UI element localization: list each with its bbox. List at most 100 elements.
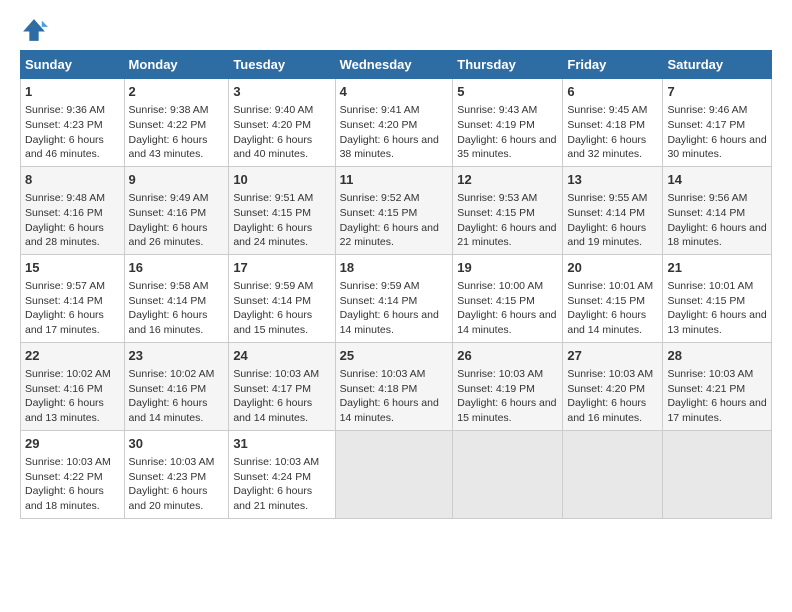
daylight: Daylight: 6 hours and 38 minutes. (340, 134, 439, 161)
daylight: Daylight: 6 hours and 21 minutes. (233, 485, 312, 512)
sunrise: Sunrise: 9:36 AM (25, 104, 105, 116)
sunset: Sunset: 4:22 PM (129, 119, 207, 131)
sunset: Sunset: 4:17 PM (233, 383, 311, 395)
calendar-cell: 16Sunrise: 9:58 AMSunset: 4:14 PMDayligh… (124, 254, 229, 342)
sunrise: Sunrise: 9:45 AM (567, 104, 647, 116)
daylight: Daylight: 6 hours and 26 minutes. (129, 222, 208, 249)
sunrise: Sunrise: 9:59 AM (340, 280, 420, 292)
calendar-week-3: 15Sunrise: 9:57 AMSunset: 4:14 PMDayligh… (21, 254, 772, 342)
day-number: 1 (25, 83, 120, 101)
sunrise: Sunrise: 9:58 AM (129, 280, 209, 292)
daylight: Daylight: 6 hours and 14 minutes. (457, 309, 556, 336)
sunrise: Sunrise: 10:03 AM (667, 368, 753, 380)
sunset: Sunset: 4:16 PM (129, 207, 207, 219)
day-number: 17 (233, 259, 330, 277)
logo (20, 16, 52, 44)
day-number: 12 (457, 171, 558, 189)
daylight: Daylight: 6 hours and 17 minutes. (25, 309, 104, 336)
calendar-cell: 11Sunrise: 9:52 AMSunset: 4:15 PMDayligh… (335, 166, 453, 254)
sunrise: Sunrise: 9:52 AM (340, 192, 420, 204)
daylight: Daylight: 6 hours and 14 minutes. (233, 397, 312, 424)
day-number: 11 (340, 171, 449, 189)
sunrise: Sunrise: 9:55 AM (567, 192, 647, 204)
calendar-cell: 12Sunrise: 9:53 AMSunset: 4:15 PMDayligh… (453, 166, 563, 254)
daylight: Daylight: 6 hours and 16 minutes. (129, 309, 208, 336)
sunset: Sunset: 4:18 PM (567, 119, 645, 131)
daylight: Daylight: 6 hours and 30 minutes. (667, 134, 766, 161)
daylight: Daylight: 6 hours and 40 minutes. (233, 134, 312, 161)
calendar-cell: 28Sunrise: 10:03 AMSunset: 4:21 PMDaylig… (663, 342, 772, 430)
sunset: Sunset: 4:15 PM (667, 295, 745, 307)
weekday-header-friday: Friday (563, 51, 663, 79)
day-number: 27 (567, 347, 658, 365)
day-number: 13 (567, 171, 658, 189)
sunrise: Sunrise: 9:53 AM (457, 192, 537, 204)
sunrise: Sunrise: 10:03 AM (457, 368, 543, 380)
daylight: Daylight: 6 hours and 35 minutes. (457, 134, 556, 161)
sunset: Sunset: 4:14 PM (233, 295, 311, 307)
day-number: 14 (667, 171, 767, 189)
daylight: Daylight: 6 hours and 46 minutes. (25, 134, 104, 161)
day-number: 25 (340, 347, 449, 365)
weekday-header-wednesday: Wednesday (335, 51, 453, 79)
daylight: Daylight: 6 hours and 18 minutes. (667, 222, 766, 249)
calendar-cell: 24Sunrise: 10:03 AMSunset: 4:17 PMDaylig… (229, 342, 335, 430)
calendar-cell: 1Sunrise: 9:36 AMSunset: 4:23 PMDaylight… (21, 79, 125, 167)
calendar-cell: 17Sunrise: 9:59 AMSunset: 4:14 PMDayligh… (229, 254, 335, 342)
daylight: Daylight: 6 hours and 17 minutes. (667, 397, 766, 424)
sunset: Sunset: 4:15 PM (567, 295, 645, 307)
daylight: Daylight: 6 hours and 14 minutes. (340, 397, 439, 424)
sunrise: Sunrise: 9:48 AM (25, 192, 105, 204)
calendar-cell: 18Sunrise: 9:59 AMSunset: 4:14 PMDayligh… (335, 254, 453, 342)
weekday-header-sunday: Sunday (21, 51, 125, 79)
sunset: Sunset: 4:18 PM (340, 383, 418, 395)
daylight: Daylight: 6 hours and 28 minutes. (25, 222, 104, 249)
sunset: Sunset: 4:15 PM (233, 207, 311, 219)
daylight: Daylight: 6 hours and 13 minutes. (667, 309, 766, 336)
calendar-cell: 29Sunrise: 10:03 AMSunset: 4:22 PMDaylig… (21, 430, 125, 518)
sunrise: Sunrise: 9:41 AM (340, 104, 420, 116)
day-number: 30 (129, 435, 225, 453)
calendar-cell: 13Sunrise: 9:55 AMSunset: 4:14 PMDayligh… (563, 166, 663, 254)
sunrise: Sunrise: 10:02 AM (129, 368, 215, 380)
calendar-cell: 20Sunrise: 10:01 AMSunset: 4:15 PMDaylig… (563, 254, 663, 342)
logo-icon (20, 16, 48, 44)
day-number: 24 (233, 347, 330, 365)
calendar-week-2: 8Sunrise: 9:48 AMSunset: 4:16 PMDaylight… (21, 166, 772, 254)
calendar-cell: 23Sunrise: 10:02 AMSunset: 4:16 PMDaylig… (124, 342, 229, 430)
day-number: 31 (233, 435, 330, 453)
sunrise: Sunrise: 9:38 AM (129, 104, 209, 116)
calendar-cell: 3Sunrise: 9:40 AMSunset: 4:20 PMDaylight… (229, 79, 335, 167)
header-row: SundayMondayTuesdayWednesdayThursdayFrid… (21, 51, 772, 79)
calendar-cell (335, 430, 453, 518)
day-number: 2 (129, 83, 225, 101)
sunset: Sunset: 4:21 PM (667, 383, 745, 395)
daylight: Daylight: 6 hours and 19 minutes. (567, 222, 646, 249)
sunrise: Sunrise: 9:46 AM (667, 104, 747, 116)
weekday-header-tuesday: Tuesday (229, 51, 335, 79)
daylight: Daylight: 6 hours and 16 minutes. (567, 397, 646, 424)
calendar-cell: 8Sunrise: 9:48 AMSunset: 4:16 PMDaylight… (21, 166, 125, 254)
daylight: Daylight: 6 hours and 32 minutes. (567, 134, 646, 161)
sunset: Sunset: 4:14 PM (340, 295, 418, 307)
sunrise: Sunrise: 9:40 AM (233, 104, 313, 116)
day-number: 15 (25, 259, 120, 277)
day-number: 3 (233, 83, 330, 101)
calendar-table: SundayMondayTuesdayWednesdayThursdayFrid… (20, 50, 772, 519)
sunset: Sunset: 4:20 PM (567, 383, 645, 395)
day-number: 29 (25, 435, 120, 453)
calendar-cell: 26Sunrise: 10:03 AMSunset: 4:19 PMDaylig… (453, 342, 563, 430)
day-number: 9 (129, 171, 225, 189)
calendar-cell: 22Sunrise: 10:02 AMSunset: 4:16 PMDaylig… (21, 342, 125, 430)
calendar-cell: 7Sunrise: 9:46 AMSunset: 4:17 PMDaylight… (663, 79, 772, 167)
calendar-cell: 30Sunrise: 10:03 AMSunset: 4:23 PMDaylig… (124, 430, 229, 518)
calendar-cell: 4Sunrise: 9:41 AMSunset: 4:20 PMDaylight… (335, 79, 453, 167)
sunset: Sunset: 4:16 PM (25, 207, 103, 219)
calendar-week-1: 1Sunrise: 9:36 AMSunset: 4:23 PMDaylight… (21, 79, 772, 167)
calendar-week-4: 22Sunrise: 10:02 AMSunset: 4:16 PMDaylig… (21, 342, 772, 430)
weekday-header-thursday: Thursday (453, 51, 563, 79)
sunset: Sunset: 4:16 PM (129, 383, 207, 395)
sunset: Sunset: 4:17 PM (667, 119, 745, 131)
calendar-week-5: 29Sunrise: 10:03 AMSunset: 4:22 PMDaylig… (21, 430, 772, 518)
sunset: Sunset: 4:19 PM (457, 383, 535, 395)
